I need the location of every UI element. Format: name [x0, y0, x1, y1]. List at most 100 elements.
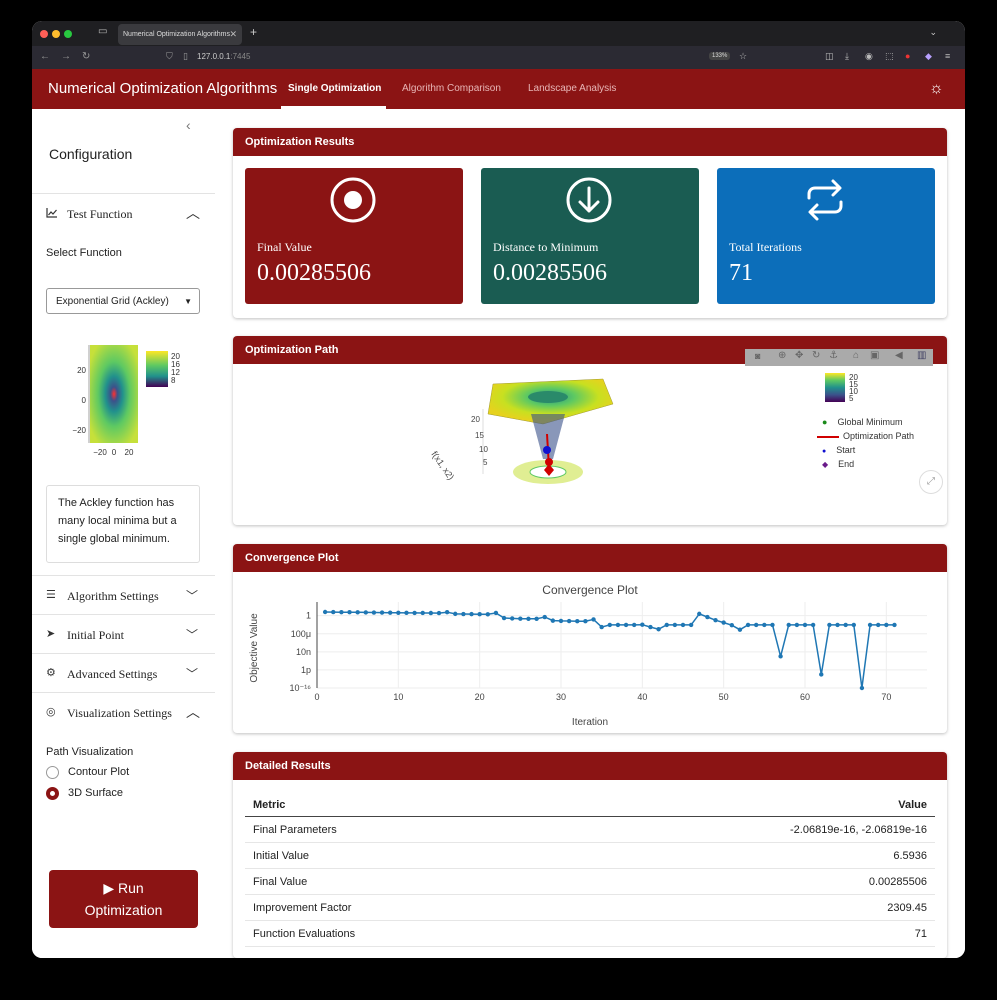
convergence-point[interactable] — [745, 622, 751, 628]
convergence-point[interactable] — [786, 622, 791, 628]
convergence-point[interactable] — [762, 622, 767, 628]
convergence-point[interactable] — [347, 610, 352, 615]
convergence-point[interactable] — [404, 610, 409, 616]
convergence-point[interactable] — [566, 618, 572, 624]
chevron-up-icon[interactable]: ︿ — [186, 203, 200, 223]
extension-purple-icon[interactable]: ◆ — [925, 51, 932, 62]
convergence-point[interactable] — [754, 622, 759, 628]
convergence-point[interactable] — [835, 622, 840, 628]
zoom-indicator[interactable]: 133% — [709, 52, 731, 60]
convergence-point[interactable] — [550, 618, 556, 623]
radio-contour-plot[interactable] — [46, 766, 59, 779]
convergence-point[interactable] — [575, 619, 580, 624]
convergence-point[interactable] — [591, 617, 596, 622]
extensions-icon[interactable]: ⬚ — [885, 51, 894, 62]
convergence-point[interactable] — [331, 609, 336, 615]
convergence-point[interactable] — [623, 622, 629, 628]
convergence-point[interactable] — [485, 612, 490, 617]
function-select[interactable]: Exponential Grid (Ackley) ▼ — [46, 288, 200, 314]
convergence-point[interactable] — [436, 610, 442, 616]
convergence-point[interactable] — [810, 622, 816, 628]
convergence-point[interactable] — [867, 622, 873, 628]
convergence-point[interactable] — [339, 609, 344, 615]
theme-toggle-sun-icon[interactable]: ☼ — [929, 80, 944, 98]
convergence-point[interactable] — [729, 622, 734, 628]
convergence-point[interactable] — [697, 611, 702, 617]
account-icon[interactable]: ◉ — [865, 51, 873, 62]
convergence-point[interactable] — [876, 622, 881, 628]
new-tab-button[interactable]: + — [250, 25, 257, 39]
radio-3d-surface[interactable] — [46, 787, 59, 800]
convergence-point[interactable] — [680, 622, 686, 628]
convergence-point[interactable] — [851, 622, 856, 628]
advanced-settings-section[interactable]: ⚙ Advanced Settings ﹀ — [32, 653, 215, 692]
convergence-point[interactable] — [477, 612, 482, 617]
convergence-point[interactable] — [664, 622, 669, 628]
convergence-point[interactable] — [534, 616, 539, 622]
convergence-point[interactable] — [501, 615, 507, 621]
chevron-down-icon[interactable]: ﹀ — [186, 587, 198, 604]
convergence-point[interactable] — [827, 622, 832, 628]
convergence-point[interactable] — [583, 619, 588, 624]
convergence-point[interactable] — [371, 610, 377, 615]
home-icon[interactable]: ⌂ — [853, 350, 859, 361]
convergence-point[interactable] — [770, 622, 775, 628]
convergence-point[interactable] — [396, 610, 401, 615]
convergence-point[interactable] — [526, 616, 531, 622]
advanced-settings-header[interactable]: Advanced Settings — [67, 667, 157, 682]
convergence-point[interactable] — [615, 622, 621, 628]
plotly-logo-icon[interactable]: ▥ — [917, 350, 926, 361]
close-window-button[interactable] — [40, 30, 48, 38]
convergence-point[interactable] — [640, 622, 645, 627]
convergence-point[interactable] — [469, 611, 474, 617]
convergence-point[interactable] — [713, 617, 718, 623]
tab-close-icon[interactable]: ✕ — [229, 24, 237, 45]
chevron-down-icon[interactable]: ﹀ — [186, 665, 198, 682]
convergence-point[interactable] — [656, 627, 661, 632]
collapse-sidebar-chevron-icon[interactable]: ‹ — [186, 117, 191, 133]
algorithm-settings-section[interactable]: ☰ Algorithm Settings ﹀ — [32, 575, 215, 614]
convergence-point[interactable] — [493, 610, 499, 616]
reload-icon[interactable]: ↻ — [82, 51, 90, 62]
expand-plot-icon[interactable]: ⤢ — [919, 470, 943, 494]
convergence-point[interactable] — [648, 624, 653, 630]
convergence-point[interactable] — [884, 622, 889, 628]
forward-icon[interactable]: → — [61, 51, 71, 62]
pocket-icon[interactable]: ◫ — [825, 51, 834, 62]
minimize-window-button[interactable] — [52, 30, 60, 38]
convergence-point[interactable] — [672, 622, 678, 628]
convergence-point[interactable] — [599, 624, 604, 630]
shield-icon[interactable]: ⛉ — [166, 51, 173, 62]
tab-algorithm-comparison[interactable]: Algorithm Comparison — [402, 83, 501, 94]
convergence-point[interactable] — [892, 622, 897, 628]
orbit-icon[interactable]: ↻ — [812, 350, 820, 361]
surface-3d-plot[interactable]: 20 15 10 5 f(x1, x2) — [413, 364, 653, 499]
convergence-point[interactable] — [388, 610, 393, 615]
convergence-point[interactable] — [558, 618, 564, 624]
visualization-settings-header[interactable]: Visualization Settings — [67, 706, 172, 721]
3d-surface-label[interactable]: 3D Surface — [68, 787, 123, 799]
convergence-point[interactable] — [542, 614, 547, 620]
convergence-point[interactable] — [737, 627, 743, 632]
initial-point-section[interactable]: ➤ Initial Point ﹀ — [32, 614, 215, 653]
maximize-window-button[interactable] — [64, 30, 72, 38]
convergence-point[interactable] — [412, 610, 417, 616]
app-title[interactable]: Numerical Optimization Algorithms — [48, 80, 277, 97]
contour-plot-label[interactable]: Contour Plot — [68, 766, 129, 778]
chevron-down-icon[interactable]: ﹀ — [186, 626, 198, 643]
hover-tag-icon[interactable]: ◀ — [895, 350, 903, 361]
legend-start[interactable]: ● Start — [822, 445, 855, 455]
browser-tab[interactable]: Numerical Optimization Algorithms ✕ — [118, 24, 242, 45]
test-function-header[interactable]: Test Function — [67, 207, 133, 222]
convergence-point[interactable] — [802, 622, 808, 628]
turntable-icon[interactable]: ⚓ — [829, 350, 838, 361]
convergence-point[interactable] — [444, 609, 450, 615]
convergence-point[interactable] — [355, 610, 360, 615]
convergence-point[interactable] — [721, 620, 726, 625]
camera-icon[interactable]: ◙ — [755, 351, 760, 361]
convergence-point[interactable] — [363, 610, 368, 615]
video-camera-icon[interactable]: ▣ — [870, 350, 879, 361]
convergence-point[interactable] — [461, 611, 466, 617]
pan-icon[interactable]: ✥ — [795, 350, 803, 361]
bookmark-star-icon[interactable]: ☆ — [739, 51, 747, 62]
